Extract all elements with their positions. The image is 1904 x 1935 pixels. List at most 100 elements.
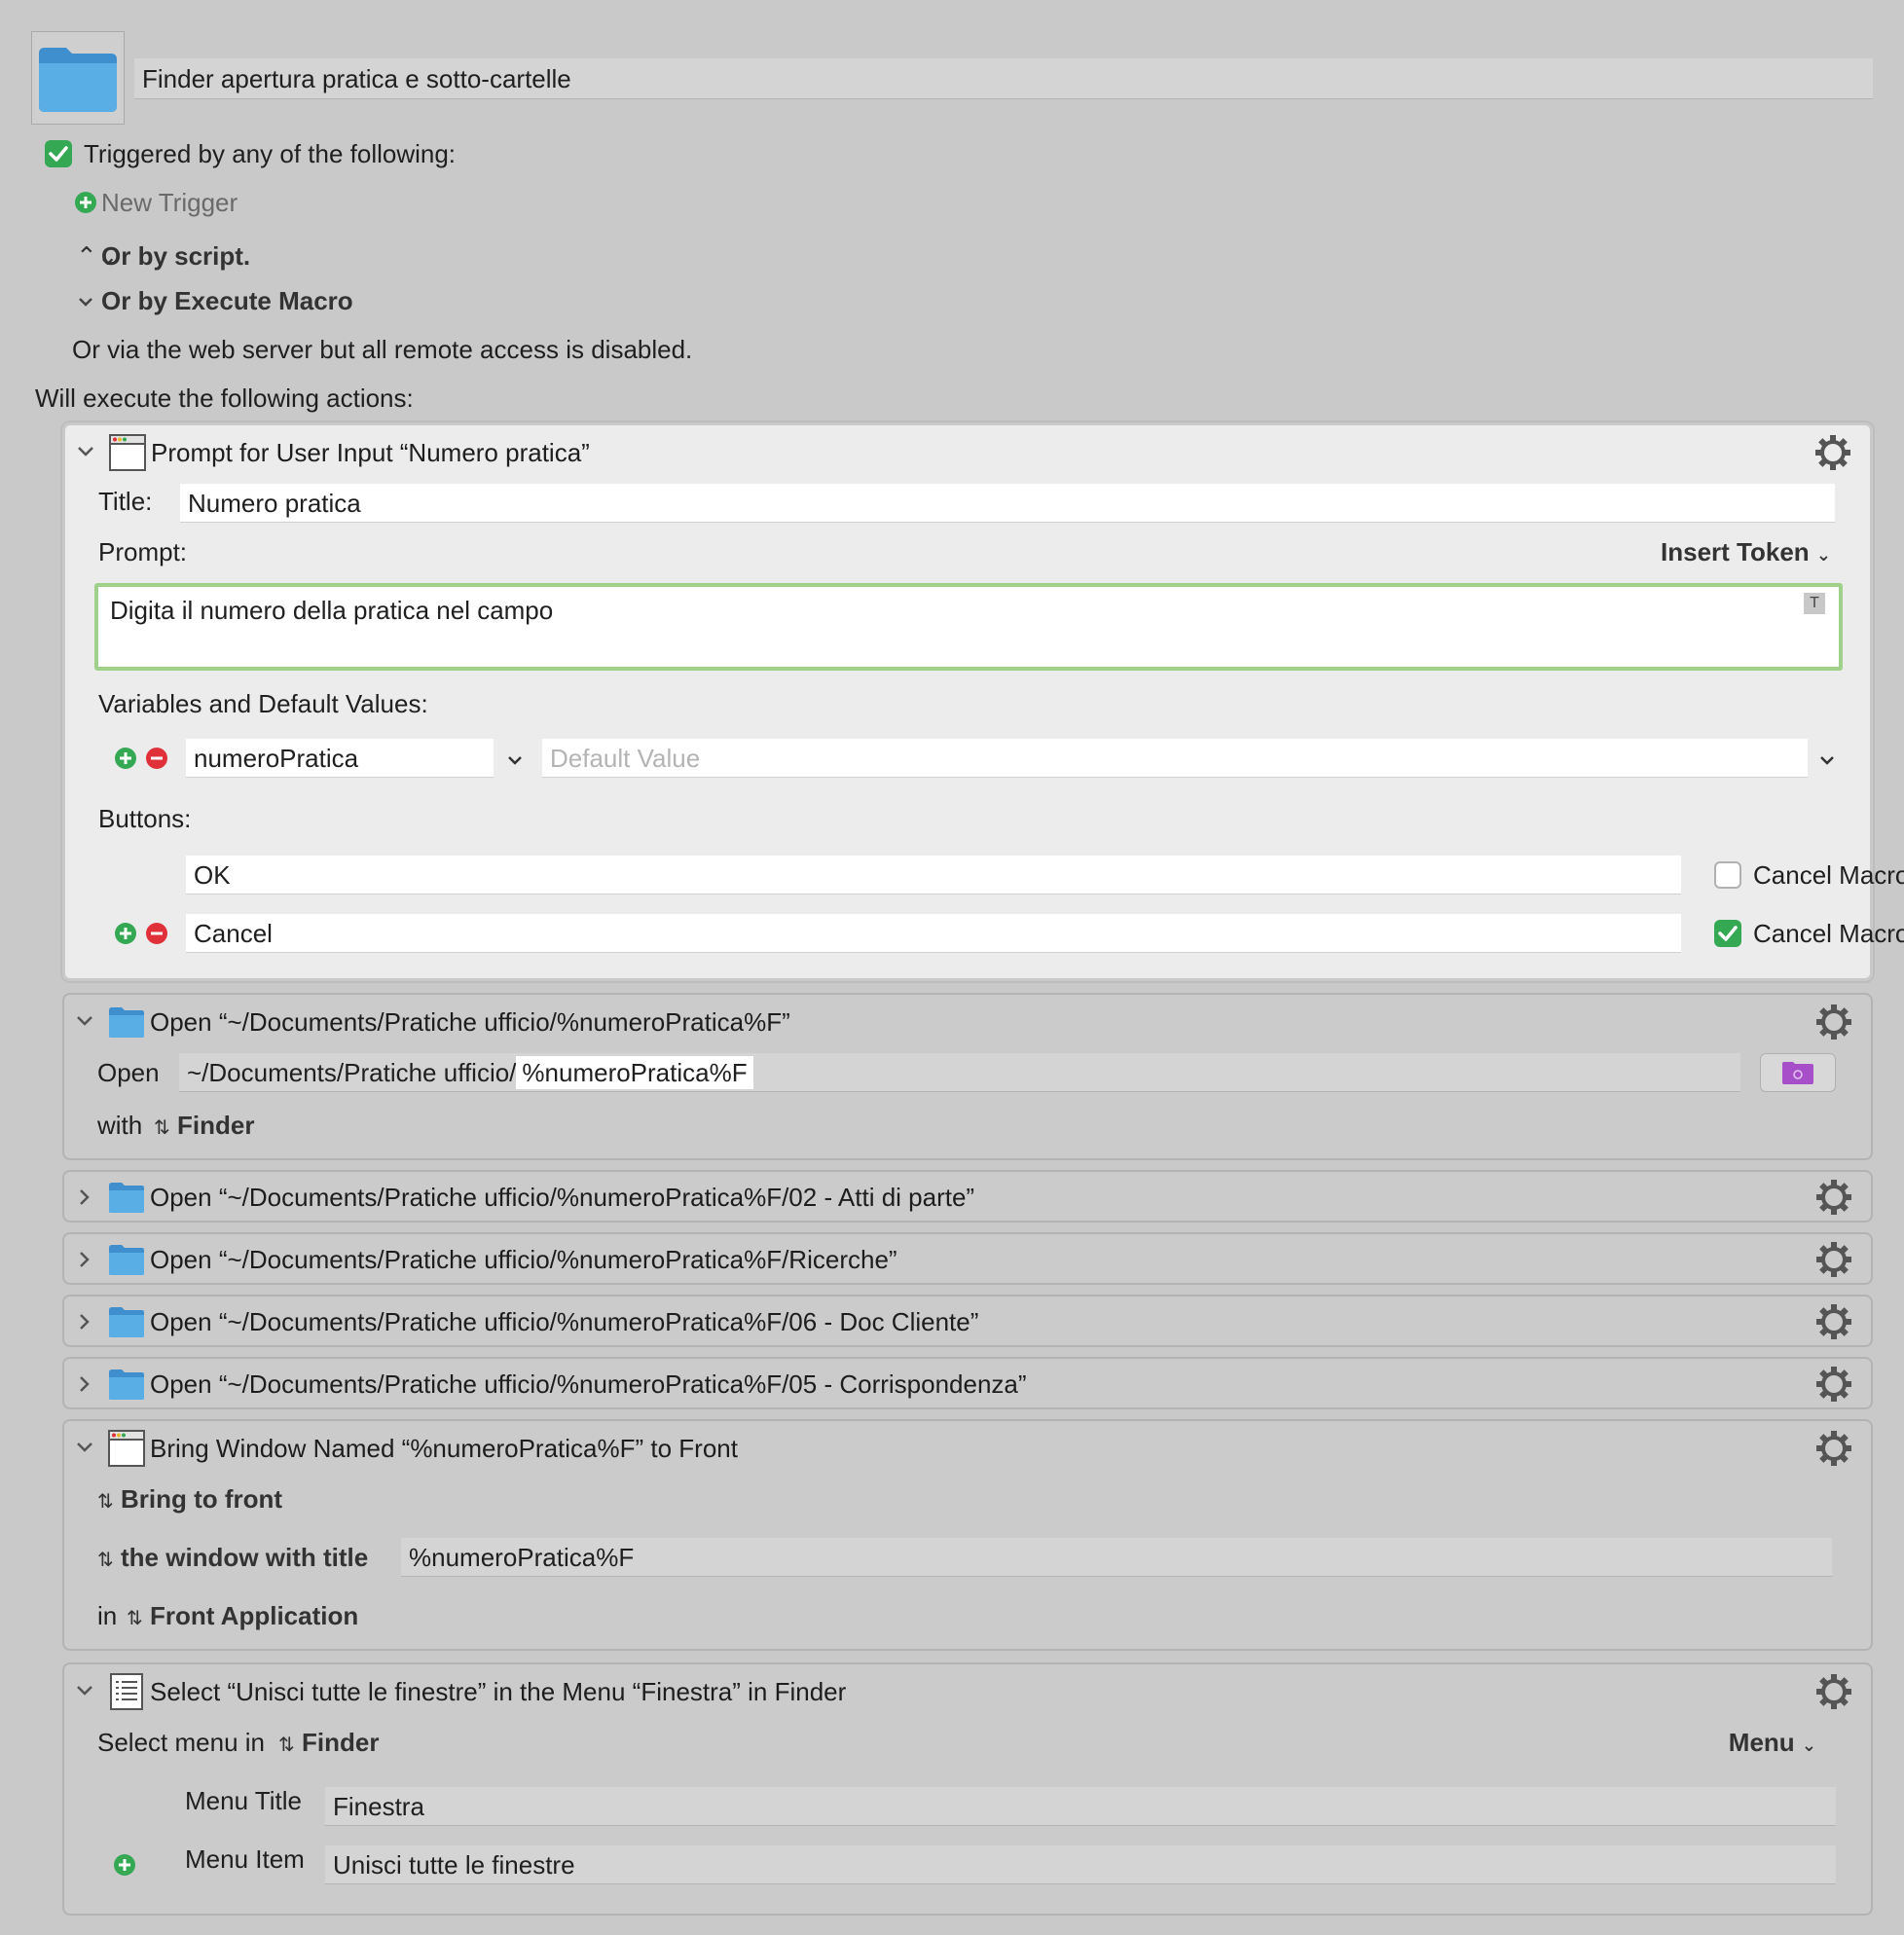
prompt-text: Digita il numero della pratica nel campo [110, 596, 554, 625]
insert-token-button[interactable]: Insert Token ⌄ [1661, 532, 1831, 574]
chevron-down-icon[interactable] [76, 292, 95, 311]
application-popup[interactable]: ⇅ Front Application [127, 1596, 358, 1638]
gear-icon[interactable] [1814, 1003, 1853, 1041]
chevron-right-icon[interactable] [72, 1371, 97, 1397]
collapsed-open-action[interactable]: Open “~/Documents/Pratiche ufficio/%nume… [62, 1170, 1873, 1223]
button1-cancel-checkbox[interactable] [1714, 861, 1741, 889]
with-label: with [97, 1111, 143, 1140]
menu-title-field[interactable]: Finestra [325, 1787, 1836, 1826]
folder-icon [109, 1369, 144, 1400]
chevron-down-icon[interactable] [72, 1678, 97, 1703]
application-popup[interactable]: ⇅ Finder [278, 1723, 379, 1765]
action-title: Open “~/Documents/Pratiche ufficio/%nume… [150, 1245, 897, 1274]
or-by-script-label[interactable]: Or by script. [101, 239, 250, 273]
button2-field[interactable]: Cancel [186, 914, 1681, 953]
choose-folder-button[interactable] [1760, 1053, 1836, 1092]
button2-cancel-checkbox[interactable] [1714, 920, 1741, 947]
collapsed-open-action[interactable]: Open “~/Documents/Pratiche ufficio/%nume… [62, 1357, 1873, 1409]
gear-icon[interactable] [1814, 1240, 1853, 1279]
prompt-user-input-action[interactable]: Prompt for User Input “Numero pratica” T… [62, 422, 1904, 981]
gear-icon[interactable] [1813, 433, 1852, 472]
open-file-action[interactable]: Open “~/Documents/Pratiche ufficio/%nume… [62, 993, 1873, 1160]
button1-field[interactable]: OK [186, 856, 1681, 894]
menu-title-label: Menu Title [185, 1786, 302, 1815]
macro-icon-well[interactable] [31, 31, 125, 125]
bring-window-action[interactable]: Bring Window Named “%numeroPratica%F” to… [62, 1419, 1873, 1651]
purple-folder-icon [1782, 1062, 1813, 1084]
bring-mode-popup[interactable]: ⇅ Bring to front [97, 1479, 282, 1521]
folder-icon [109, 1245, 144, 1275]
chevron-down-icon[interactable] [73, 439, 98, 464]
action-title: Prompt for User Input “Numero pratica” [151, 438, 590, 467]
collapsed-open-action[interactable]: Open “~/Documents/Pratiche ufficio/%nume… [62, 1295, 1873, 1347]
web-server-note: Or via the web server but all remote acc… [72, 335, 693, 364]
action-header[interactable]: Open “~/Documents/Pratiche ufficio/%nume… [64, 1296, 1871, 1347]
variables-label: Variables and Default Values: [98, 689, 428, 718]
chevron-down-icon[interactable] [1817, 750, 1837, 770]
gear-icon[interactable] [1814, 1429, 1853, 1468]
action-header[interactable]: Open “~/Documents/Pratiche ufficio/%nume… [64, 1359, 1871, 1409]
menu-item-label: Menu Item [185, 1844, 305, 1874]
prompt-textarea[interactable]: Digita il numero della pratica nel campo… [94, 583, 1843, 671]
add-menu-item-icon[interactable] [113, 1853, 136, 1877]
chevron-right-icon[interactable] [72, 1247, 97, 1272]
chevron-down-icon[interactable] [505, 750, 525, 770]
variable-name-field[interactable]: numeroPratica [186, 739, 494, 778]
action-title: Open “~/Documents/Pratiche ufficio/%nume… [150, 1307, 979, 1336]
chevron-right-icon[interactable] [72, 1185, 97, 1210]
macro-name-field[interactable]: Finder apertura pratica e sotto-cartelle [134, 58, 1873, 99]
collapsed-open-action[interactable]: Open “~/Documents/Pratiche ufficio/%nume… [62, 1232, 1873, 1285]
action-header[interactable]: Prompt for User Input “Numero pratica” [65, 425, 1870, 480]
window-match-value: the window with title [121, 1543, 369, 1572]
chevron-down-icon[interactable] [72, 1008, 97, 1034]
gear-icon[interactable] [1814, 1302, 1853, 1341]
window-icon [108, 1430, 145, 1467]
action-header[interactable]: Bring Window Named “%numeroPratica%F” to… [64, 1421, 1871, 1476]
updown-chevron-icon: ⇅ [97, 1550, 114, 1571]
add-button-icon[interactable] [114, 922, 137, 945]
action-header[interactable]: Select “Unisci tutte le finestre” in the… [64, 1664, 1871, 1719]
action-header[interactable]: Open “~/Documents/Pratiche ufficio/%nume… [64, 1234, 1871, 1285]
window-title-field[interactable]: %numeroPratica%F [401, 1538, 1832, 1577]
menu-item-field[interactable]: Unisci tutte le finestre [325, 1845, 1836, 1884]
action-header[interactable]: Open “~/Documents/Pratiche ufficio/%nume… [64, 995, 1871, 1049]
bring-mode-value: Bring to front [121, 1484, 283, 1514]
updown-chevron-icon: ⇅ [127, 1608, 143, 1629]
triggered-checkbox[interactable] [45, 140, 72, 167]
chevron-right-icon[interactable] [72, 1309, 97, 1334]
window-match-popup[interactable]: ⇅ the window with title [97, 1538, 368, 1580]
token-badge[interactable]: T [1804, 593, 1825, 614]
chevron-down-icon[interactable] [72, 1435, 97, 1460]
checkmark-icon [1718, 926, 1738, 941]
gear-icon[interactable] [1814, 1178, 1853, 1217]
select-menu-label: Select menu in [97, 1728, 265, 1757]
action-title: Open “~/Documents/Pratiche ufficio/%nume… [150, 1183, 975, 1212]
remove-variable-icon[interactable] [145, 747, 168, 770]
add-trigger-icon[interactable] [74, 191, 97, 214]
select-menu-action[interactable]: Select “Unisci tutte le finestre” in the… [62, 1662, 1873, 1916]
open-label: Open [97, 1058, 160, 1087]
application-popup[interactable]: ⇅ Finder [154, 1106, 254, 1148]
gear-icon[interactable] [1814, 1365, 1853, 1404]
new-trigger-button[interactable]: New Trigger [101, 187, 238, 218]
or-by-execute-macro[interactable]: Or by Execute Macro [101, 284, 353, 317]
action-title: Open “~/Documents/Pratiche ufficio/%nume… [150, 1007, 790, 1037]
in-label: in [97, 1601, 118, 1630]
action-title: Bring Window Named “%numeroPratica%F” to… [150, 1434, 738, 1463]
updown-chevron-icon: ⇅ [97, 1491, 114, 1513]
chevron-down-icon: ⌄ [1801, 1735, 1816, 1755]
action-header[interactable]: Open “~/Documents/Pratiche ufficio/%nume… [64, 1172, 1871, 1223]
gear-icon[interactable] [1814, 1672, 1853, 1711]
title-field[interactable]: Numero pratica [180, 484, 1835, 523]
menu-popup-button[interactable]: Menu ⌄ [1729, 1723, 1816, 1765]
path-field[interactable]: ~/Documents/Pratiche ufficio/%numeroPrat… [179, 1053, 1740, 1092]
updown-chevron-icon: ⇅ [154, 1117, 170, 1139]
button1-cancel-label: Cancel Macro [1753, 860, 1904, 890]
default-value-field[interactable]: Default Value [542, 739, 1808, 778]
path-prefix: ~/Documents/Pratiche ufficio/ [187, 1058, 517, 1087]
chevron-down-icon: ⌄ [1815, 545, 1831, 565]
title-label: Title: [98, 487, 153, 516]
add-variable-icon[interactable] [114, 747, 137, 770]
remove-button-icon[interactable] [145, 922, 168, 945]
application-value: Finder [177, 1111, 255, 1140]
